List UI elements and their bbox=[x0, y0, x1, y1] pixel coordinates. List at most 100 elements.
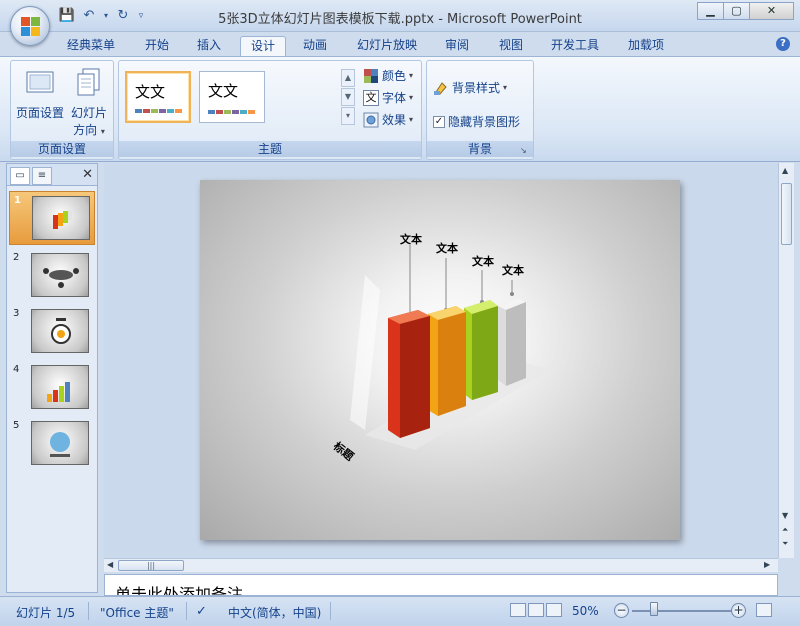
fit-to-window-icon[interactable] bbox=[756, 603, 772, 617]
gallery-more-button[interactable]: ▾ bbox=[341, 107, 355, 125]
theme1-sample-text: 文文 bbox=[135, 83, 166, 101]
scroll-up-icon[interactable]: ▲ bbox=[782, 166, 788, 175]
status-bar: 幻灯片 1/5 "Office 主题" ✓ 中文(简体，中国) 50% − + bbox=[0, 596, 800, 626]
tab-review[interactable]: 审阅 bbox=[436, 36, 478, 56]
slide-number: 4 bbox=[13, 364, 20, 375]
theme2-sample-text: 文文 bbox=[208, 82, 239, 100]
theme-effects-button[interactable]: 效果 ▾ bbox=[363, 111, 413, 128]
notes-pane[interactable]: 单击此处添加备注 bbox=[104, 574, 778, 596]
background-styles-icon bbox=[434, 81, 447, 95]
zoom-level[interactable]: 50% bbox=[572, 604, 599, 618]
scroll-right-icon[interactable]: ▶ bbox=[764, 560, 770, 569]
vertical-scroll-thumb[interactable] bbox=[781, 183, 792, 245]
tab-add-ins[interactable]: 加载项 bbox=[618, 36, 674, 56]
bar-label-2: 文本 bbox=[436, 242, 458, 255]
theme-thumbnail-2[interactable]: 文文 bbox=[199, 71, 265, 123]
group-page-setup: 页面设置 幻灯片 方向 ▾ 页面设置 bbox=[10, 60, 114, 160]
slide-number: 2 bbox=[13, 252, 20, 263]
thumb-graphic bbox=[51, 318, 71, 344]
bar-label-4: 文本 bbox=[502, 264, 524, 277]
fonts-label: 字体 bbox=[382, 91, 407, 105]
tab-home[interactable]: 开始 bbox=[136, 36, 178, 56]
slide-sorter-view-icon[interactable] bbox=[528, 603, 544, 617]
close-pane-icon[interactable]: ✕ bbox=[82, 167, 93, 182]
office-button[interactable] bbox=[10, 6, 50, 46]
hide-background-checkbox[interactable]: ✓ bbox=[433, 115, 445, 128]
normal-view-icon[interactable] bbox=[510, 603, 526, 617]
tab-classic-menu[interactable]: 经典菜单 bbox=[56, 36, 126, 56]
previous-slide-icon[interactable]: ⏶ bbox=[782, 525, 788, 535]
minimize-button[interactable]: ▁ bbox=[697, 2, 724, 20]
zoom-out-icon[interactable]: − bbox=[614, 603, 629, 618]
tab-view[interactable]: 视图 bbox=[490, 36, 532, 56]
theme-thumbnail-office[interactable]: 文文 bbox=[125, 71, 191, 123]
theme-colors-button[interactable]: 颜色 ▾ bbox=[363, 67, 413, 84]
title-bar: 💾 ↶ ▾ ↻ ▿ 5张3D立体幻灯片图表模板下载.pptx - Microso… bbox=[0, 0, 800, 46]
theme-fonts-button[interactable]: 文 字体 ▾ bbox=[363, 89, 413, 106]
thumbnail-image bbox=[31, 253, 89, 297]
next-slide-icon[interactable]: ⏷ bbox=[782, 539, 788, 549]
close-button[interactable]: ✕ bbox=[749, 2, 794, 20]
slide-thumbnail-1[interactable]: 1 bbox=[9, 191, 95, 245]
page-setup-label: 页面设置 bbox=[15, 106, 64, 120]
hide-background-graphics[interactable]: ✓ 隐藏背景图形 bbox=[433, 113, 520, 130]
language-indicator[interactable]: 中文(简体，中国) bbox=[228, 604, 321, 621]
slide-thumbnail-2[interactable]: 2 bbox=[9, 249, 95, 303]
thumb-bar-chart-graphic bbox=[53, 210, 72, 229]
slide-thumbnail-4[interactable]: 4 bbox=[9, 361, 95, 415]
background-styles-button[interactable]: 背景样式 ▾ bbox=[433, 79, 507, 96]
theme1-swatches bbox=[135, 109, 182, 113]
maximize-button[interactable]: ▢ bbox=[723, 2, 750, 20]
themes-group-label: 主题 bbox=[119, 141, 421, 157]
vertical-scrollbar[interactable]: ▲ ▼ ⏶ ⏷ bbox=[778, 163, 794, 558]
gallery-down-button[interactable]: ▼ bbox=[341, 88, 355, 106]
theme2-swatches bbox=[208, 110, 255, 114]
page-setup-button[interactable]: 页面设置 bbox=[15, 67, 65, 121]
zoom-slider-track[interactable] bbox=[632, 610, 734, 612]
tab-slide-show[interactable]: 幻灯片放映 bbox=[350, 36, 424, 56]
outline-tab[interactable]: ≡ bbox=[32, 167, 52, 185]
ribbon: 页面设置 幻灯片 方向 ▾ 页面设置 文文 文文 ▲ ▼ ▾ 颜色 ▾ 文 字体… bbox=[0, 56, 800, 162]
colors-label: 颜色 bbox=[382, 69, 407, 83]
slide-orientation-button[interactable]: 幻灯片 方向 ▾ bbox=[67, 67, 111, 138]
window-controls: ▁ ▢ ✕ bbox=[697, 2, 794, 20]
slide-editing-area: 文本 文本 文本 文本 标题 bbox=[104, 163, 778, 558]
slide-thumbnail-5[interactable]: 5 bbox=[9, 417, 95, 471]
slides-tab[interactable]: ▭ bbox=[10, 167, 30, 185]
window-title: 5张3D立体幻灯片图表模板下载.pptx - Microsoft PowerPo… bbox=[218, 12, 582, 27]
tab-animations[interactable]: 动画 bbox=[294, 36, 336, 56]
current-slide[interactable]: 文本 文本 文本 文本 标题 bbox=[200, 180, 680, 540]
horizontal-scrollbar[interactable]: ◀ ||| ▶ bbox=[104, 558, 778, 572]
dialog-launcher-icon[interactable]: ↘ bbox=[520, 146, 530, 156]
slides-pane-tabs: ▭ ≡ ✕ bbox=[7, 164, 97, 186]
thumbnail-image bbox=[31, 365, 89, 409]
effects-label: 效果 bbox=[382, 113, 407, 127]
colors-icon bbox=[364, 68, 378, 83]
bar-label-1: 文本 bbox=[400, 233, 422, 246]
theme-gallery-scroll: ▲ ▼ ▾ bbox=[341, 69, 357, 127]
notes-placeholder: 单击此处添加备注 bbox=[115, 585, 244, 596]
gallery-up-button[interactable]: ▲ bbox=[341, 69, 355, 87]
bar-label-3: 文本 bbox=[472, 255, 494, 268]
slide-number: 5 bbox=[13, 420, 20, 431]
background-group-label: 背景 bbox=[427, 141, 533, 157]
tab-design[interactable]: 设计 bbox=[240, 36, 286, 58]
slide-show-view-icon[interactable] bbox=[546, 603, 562, 617]
thumb-graphic bbox=[50, 432, 70, 457]
scroll-left-icon[interactable]: ◀ bbox=[107, 560, 113, 569]
tab-developer[interactable]: 开发工具 bbox=[544, 36, 606, 56]
thumb-graphic bbox=[43, 268, 79, 288]
thumbnail-image bbox=[31, 421, 89, 465]
group-background: 背景样式 ▾ ✓ 隐藏背景图形 背景 ↘ bbox=[426, 60, 534, 160]
zoom-in-icon[interactable]: + bbox=[731, 603, 746, 618]
help-icon[interactable]: ? bbox=[776, 37, 790, 51]
hide-background-label: 隐藏背景图形 bbox=[448, 115, 521, 129]
scroll-down-icon[interactable]: ▼ bbox=[782, 511, 788, 520]
slide-thumbnail-3[interactable]: 3 bbox=[9, 305, 95, 359]
ribbon-tabs: 经典菜单 开始 插入 设计 动画 幻灯片放映 审阅 视图 开发工具 加载项 ? bbox=[0, 32, 800, 58]
spell-check-icon[interactable]: ✓ bbox=[196, 604, 207, 619]
zoom-slider-thumb[interactable] bbox=[650, 602, 658, 616]
page-setup-icon bbox=[26, 71, 54, 93]
tab-insert[interactable]: 插入 bbox=[188, 36, 230, 56]
horizontal-scroll-thumb[interactable]: ||| bbox=[118, 560, 184, 571]
